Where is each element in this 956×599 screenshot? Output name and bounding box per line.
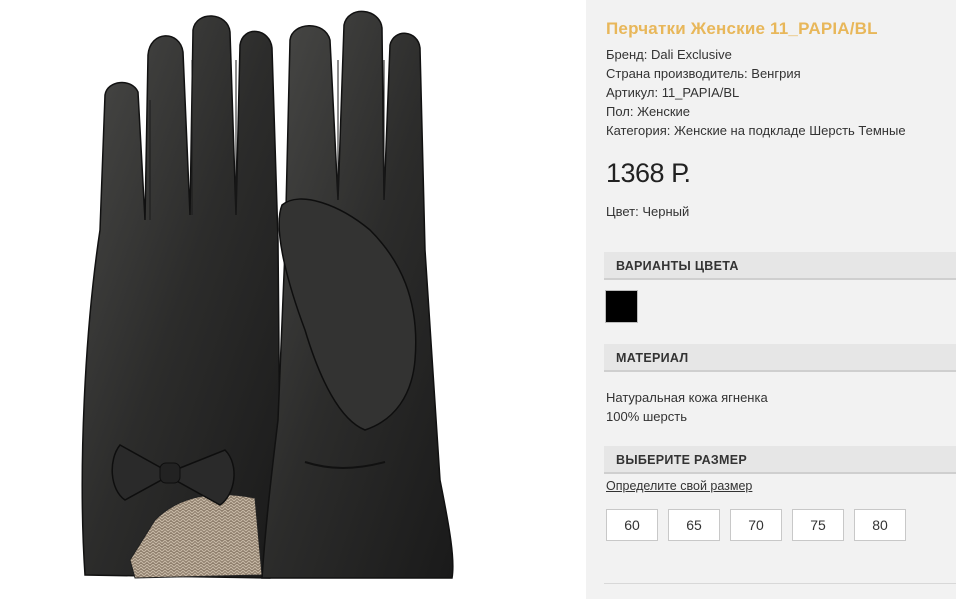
property-category: Категория: Женские на подкладе Шерсть Те… <box>606 123 906 138</box>
product-color: Цвет: Черный <box>606 204 690 219</box>
size-button-70[interactable]: 70 <box>730 509 782 541</box>
property-brand: Бренд: Dali Exclusive <box>606 47 732 62</box>
material-line: Натуральная кожа ягненка <box>606 390 768 405</box>
section-title-colors: ВАРИАНТЫ ЦВЕТА <box>616 259 739 273</box>
property-sku: Артикул: 11_PAPIA/BL <box>606 85 740 100</box>
size-options: 60 65 70 75 80 <box>606 509 906 541</box>
product-title: Перчатки Женские 11_PAPIA/BL <box>606 19 878 38</box>
section-header-size: ВЫБЕРИТЕ РАЗМЕР <box>604 446 956 474</box>
material-description: Натуральная кожа ягненка 100% шерсть <box>606 388 768 426</box>
property-gender: Пол: Женские <box>606 104 691 119</box>
product-price: 1368 Р. <box>606 158 691 188</box>
size-button-60[interactable]: 60 <box>606 509 658 541</box>
section-header-material: МАТЕРИАЛ <box>604 344 956 372</box>
size-guide-link[interactable]: Определите свой размер <box>606 479 752 493</box>
divider <box>604 583 956 584</box>
product-properties: Бренд: Dali Exclusive Страна производите… <box>606 45 906 140</box>
product-info-panel: Перчатки Женские 11_PAPIA/BL Бренд: Dali… <box>586 0 956 599</box>
property-country: Страна производитель: Венгрия <box>606 66 801 81</box>
size-button-75[interactable]: 75 <box>792 509 844 541</box>
color-swatch-black[interactable] <box>606 291 637 322</box>
size-button-65[interactable]: 65 <box>668 509 720 541</box>
section-header-colors: ВАРИАНТЫ ЦВЕТА <box>604 252 956 280</box>
material-line: 100% шерсть <box>606 409 687 424</box>
section-title-size: ВЫБЕРИТЕ РАЗМЕР <box>616 453 748 467</box>
section-title-material: МАТЕРИАЛ <box>616 351 689 365</box>
size-button-80[interactable]: 80 <box>854 509 906 541</box>
gloves-photo-icon <box>81 10 454 579</box>
product-image[interactable] <box>0 0 586 599</box>
